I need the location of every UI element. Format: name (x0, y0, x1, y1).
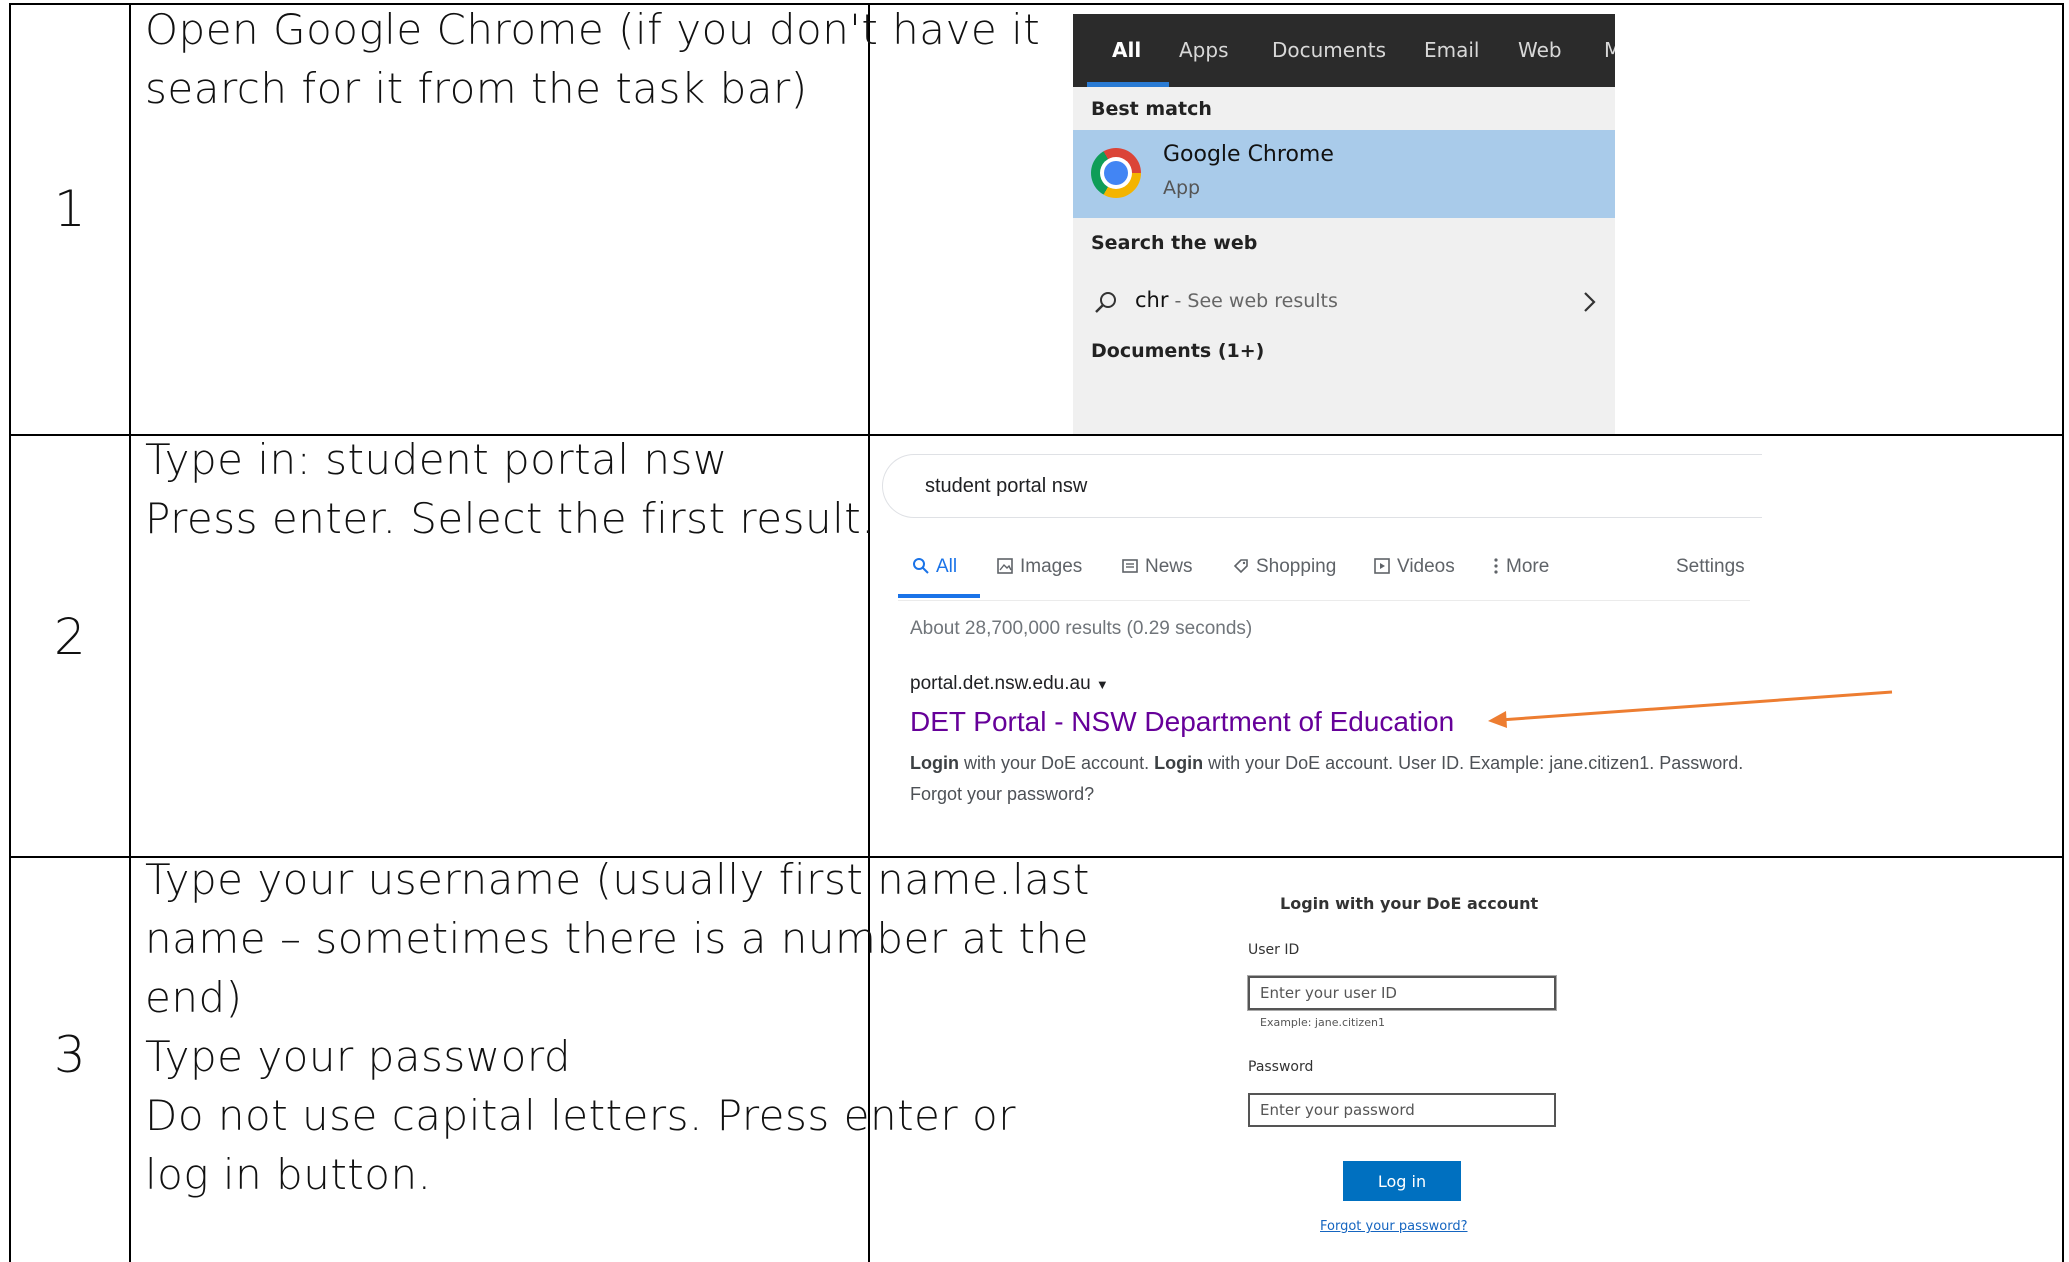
user-id-input[interactable] (1248, 976, 1556, 1010)
search-icon (913, 558, 929, 574)
login-button[interactable]: Log in (1343, 1161, 1461, 1201)
google-search-box[interactable]: student portal nsw (882, 454, 1762, 518)
table-border-right (2062, 3, 2064, 1262)
login-form: Login with your DoE account User ID Exam… (1240, 880, 1660, 1260)
google-tab-news-label: News (1145, 556, 1193, 577)
win-tab-web[interactable]: Web (1518, 38, 1562, 62)
best-match-heading: Best match (1091, 98, 1212, 120)
google-tab-more-label: More (1506, 556, 1550, 577)
result-title-link[interactable]: DET Portal - NSW Department of Education (910, 706, 1454, 738)
step-number-2: 2 (53, 608, 87, 666)
win-tab-email[interactable]: Email (1424, 38, 1480, 62)
web-search-query: chr (1135, 288, 1169, 312)
google-results-panel: student portal nsw All Images News Shopp… (870, 440, 1762, 830)
win-tab-active-indicator (1087, 82, 1169, 87)
user-id-label: User ID (1248, 942, 1300, 958)
google-tabs-divider (898, 600, 1750, 601)
forgot-password-link[interactable]: Forgot your password? (1320, 1219, 1468, 1234)
more-vertical-icon (1494, 558, 1498, 574)
step-instruction-2: Type in: student portal nsw Press enter.… (145, 435, 876, 543)
win-tab-apps[interactable]: Apps (1179, 38, 1229, 62)
step-number-1: 1 (53, 180, 87, 238)
google-tab-all[interactable]: All (912, 556, 957, 578)
google-tab-images[interactable]: Images (996, 556, 1082, 578)
best-match-app-type: App (1163, 177, 1201, 199)
win-tab-more[interactable]: M (1604, 38, 1615, 62)
google-tab-more[interactable]: More (1492, 556, 1549, 578)
video-icon (1374, 558, 1390, 574)
password-input[interactable] (1248, 1093, 1556, 1127)
login-title: Login with your DoE account (1280, 894, 1539, 913)
google-tab-videos[interactable]: Videos (1373, 556, 1455, 578)
windows-search-panel: All Apps Documents Email Web M Best matc… (1073, 14, 1615, 434)
user-id-hint: Example: jane.citizen1 (1260, 1016, 1385, 1029)
password-label: Password (1248, 1059, 1314, 1075)
best-match-item[interactable] (1073, 130, 1615, 218)
arrow-pointer-icon (1488, 690, 1893, 728)
step-number-3: 3 (53, 1026, 87, 1084)
tag-icon (1233, 559, 1248, 574)
google-tab-settings[interactable]: Settings (1676, 556, 1745, 578)
result-snippet: Login with your DoE account. Login with … (910, 753, 1744, 804)
win-tab-documents[interactable]: Documents (1272, 38, 1386, 62)
chrome-icon (1091, 148, 1141, 198)
google-tab-news[interactable]: News (1121, 556, 1193, 578)
documents-heading: Documents (1+) (1091, 340, 1265, 362)
search-web-heading: Search the web (1091, 232, 1258, 254)
google-tab-videos-label: Videos (1397, 556, 1455, 577)
result-url-text: portal.det.nsw.edu.au (910, 673, 1091, 694)
step-instruction-3: Type your username (usually first name.l… (145, 855, 1090, 1199)
image-icon (997, 558, 1013, 574)
win-tab-all[interactable]: All (1112, 38, 1141, 62)
step-instruction-1: Open Google Chrome (if you don't have it… (145, 5, 1041, 113)
best-match-app-name: Google Chrome (1163, 142, 1334, 167)
web-search-item[interactable]: chr - See web results (1135, 288, 1338, 312)
google-tab-shopping[interactable]: Shopping (1232, 556, 1336, 578)
news-icon (1122, 559, 1138, 573)
windows-search-tabs: All Apps Documents Email Web M (1073, 14, 1615, 87)
chevron-right-icon[interactable] (1583, 290, 1597, 314)
google-search-query: student portal nsw (925, 475, 1088, 497)
google-tab-all-label: All (936, 556, 958, 577)
google-tab-images-label: Images (1020, 556, 1083, 577)
search-icon (1095, 292, 1116, 313)
google-tab-active-indicator (898, 594, 980, 598)
google-tab-shopping-label: Shopping (1256, 556, 1337, 577)
result-url[interactable]: portal.det.nsw.edu.au ▼ (910, 673, 1109, 695)
dropdown-arrow-icon[interactable]: ▼ (1096, 677, 1109, 692)
web-search-suffix: - See web results (1168, 290, 1338, 312)
google-result-stats: About 28,700,000 results (0.29 seconds) (910, 618, 1253, 639)
